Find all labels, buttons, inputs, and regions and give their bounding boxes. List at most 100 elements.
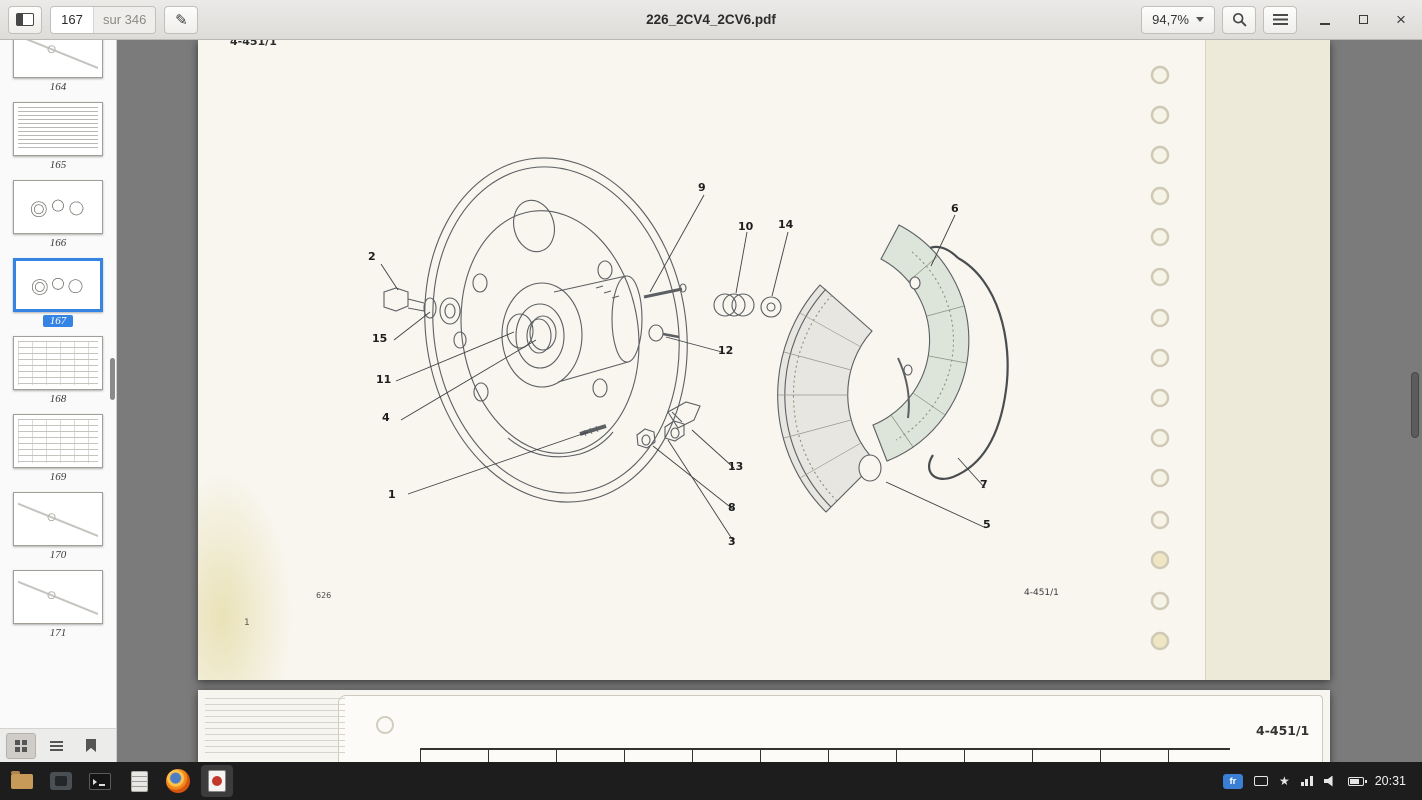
- part-callout-1: 1: [388, 488, 396, 501]
- page-total-label: sur 346: [93, 7, 155, 33]
- close-button[interactable]: ×: [1392, 11, 1410, 29]
- search-button[interactable]: [1222, 6, 1256, 34]
- star-icon[interactable]: ★: [1279, 775, 1290, 787]
- battery-icon[interactable]: [1348, 777, 1364, 786]
- thumbnail-label: 164: [43, 81, 74, 93]
- pdf-page-168: 4-451/1: [198, 690, 1330, 762]
- window-controls: ×: [1316, 11, 1410, 29]
- terminal-icon: [89, 773, 111, 790]
- thumbnail-label: 169: [43, 471, 74, 483]
- document-viewer-launcher[interactable]: [201, 765, 233, 797]
- part-callout-11: 11: [376, 373, 391, 386]
- page2-text-lines: [205, 698, 345, 758]
- grid-icon: [15, 740, 27, 752]
- plate-code: 626: [316, 591, 331, 600]
- part-callout-3: 3: [728, 535, 736, 548]
- bookmark-icon: [86, 739, 96, 752]
- thumbnail-preview: [18, 575, 98, 619]
- thumbnail-list: 164 165 166 167 168 169: [0, 24, 116, 728]
- graphics-app-icon: [50, 772, 72, 790]
- page-stain: [198, 470, 293, 680]
- part-callout-8: 8: [728, 501, 736, 514]
- sidebar-scrollbar[interactable]: [110, 358, 115, 400]
- thumbnail-label-selected: 167: [43, 315, 74, 327]
- thumbnail-page-165[interactable]: 165: [13, 102, 103, 171]
- thumbnail-preview: [18, 185, 98, 229]
- graphics-app-launcher[interactable]: [45, 765, 77, 797]
- annotations-view-button[interactable]: [41, 733, 71, 759]
- window-title: 226_2CV4_2CV6.pdf: [646, 12, 776, 27]
- part-callout-7: 7: [980, 478, 988, 491]
- thumbnail-label: 171: [43, 627, 74, 639]
- thumbnail-preview: [18, 341, 98, 385]
- thumbnail-preview: [20, 265, 96, 305]
- thumbnail-page-167[interactable]: 167: [13, 258, 103, 327]
- zoom-level: 94,7%: [1152, 12, 1189, 27]
- page2-table-top: [420, 748, 1230, 762]
- thumbnail-label: 166: [43, 237, 74, 249]
- sidebar-icon: [16, 13, 34, 26]
- pencil-icon: ✎: [175, 11, 188, 29]
- part-callout-6: 6: [951, 202, 959, 215]
- page-reference-top: 4-451/1: [230, 40, 277, 48]
- document-view: 4-451/1 626 4-451/1 1 1 2 3 4 5 6 7 8 9 …: [117, 40, 1422, 762]
- maximize-button[interactable]: [1354, 11, 1372, 29]
- thumbnail-page-166[interactable]: 166: [13, 180, 103, 249]
- close-icon: ×: [1396, 11, 1406, 28]
- page-number-input[interactable]: [51, 7, 93, 33]
- taskbar: fr ★ 20:31: [0, 762, 1422, 800]
- file-manager-launcher[interactable]: [6, 765, 38, 797]
- page-reference-bottom: 4-451/1: [1024, 588, 1059, 598]
- annotate-button[interactable]: ✎: [164, 6, 198, 34]
- part-callout-2: 2: [368, 250, 376, 263]
- volume-icon[interactable]: [1324, 776, 1337, 787]
- thumbnail-preview: [18, 107, 98, 151]
- scrollbar-thumb[interactable]: [1411, 372, 1419, 438]
- part-callout-13: 13: [728, 460, 743, 473]
- network-signal-icon[interactable]: [1301, 776, 1313, 786]
- zoom-dropdown[interactable]: 94,7%: [1141, 6, 1215, 34]
- thumbnail-page-169[interactable]: 169: [13, 414, 103, 483]
- text-editor-launcher[interactable]: [123, 765, 155, 797]
- display-icon[interactable]: [1254, 776, 1268, 786]
- thumbnail-label: 170: [43, 549, 74, 561]
- part-callout-9: 9: [698, 181, 706, 194]
- system-tray: fr ★ 20:31: [1223, 774, 1416, 789]
- brake-assembly-diagram: [198, 40, 1330, 680]
- folder-icon: [11, 774, 33, 789]
- document-viewer-icon: [208, 770, 226, 792]
- part-callout-14: 14: [778, 218, 793, 231]
- sidebar-toggle-button[interactable]: [8, 6, 42, 34]
- minimize-button[interactable]: [1316, 11, 1334, 29]
- thumbnail-page-170[interactable]: 170: [13, 492, 103, 561]
- thumbnails-view-button[interactable]: [6, 733, 36, 759]
- page-binding-edge: [1205, 40, 1330, 680]
- page2-reference: 4-451/1: [1256, 723, 1309, 738]
- clock[interactable]: 20:31: [1375, 774, 1406, 788]
- page-corner-number: 1: [244, 618, 250, 628]
- bookmarks-view-button[interactable]: [76, 733, 106, 759]
- thumbnail-page-168[interactable]: 168: [13, 336, 103, 405]
- list-icon: [50, 741, 63, 751]
- minimize-icon: [1320, 23, 1330, 25]
- part-callout-15: 15: [372, 332, 387, 345]
- part-callout-12: 12: [718, 344, 733, 357]
- firefox-icon: [166, 769, 190, 793]
- text-editor-icon: [131, 771, 148, 792]
- chevron-down-icon: [1196, 17, 1204, 22]
- thumbnail-preview: [18, 419, 98, 463]
- part-callout-4: 4: [382, 411, 390, 424]
- keyboard-layout-indicator[interactable]: fr: [1223, 774, 1243, 789]
- page2-binder-hole: [376, 716, 394, 734]
- thumbnail-label: 165: [43, 159, 74, 171]
- thumbnail-preview: [18, 497, 98, 541]
- menu-button[interactable]: [1263, 6, 1297, 34]
- maximize-icon: [1359, 15, 1368, 24]
- firefox-launcher[interactable]: [162, 765, 194, 797]
- thumbnail-label: 168: [43, 393, 74, 405]
- sidebar-footer: [0, 728, 116, 762]
- vertical-scrollbar[interactable]: [1409, 40, 1422, 762]
- pdf-page-167: 4-451/1 626 4-451/1 1 1 2 3 4 5 6 7 8 9 …: [198, 40, 1330, 680]
- thumbnail-page-171[interactable]: 171: [13, 570, 103, 639]
- terminal-launcher[interactable]: [84, 765, 116, 797]
